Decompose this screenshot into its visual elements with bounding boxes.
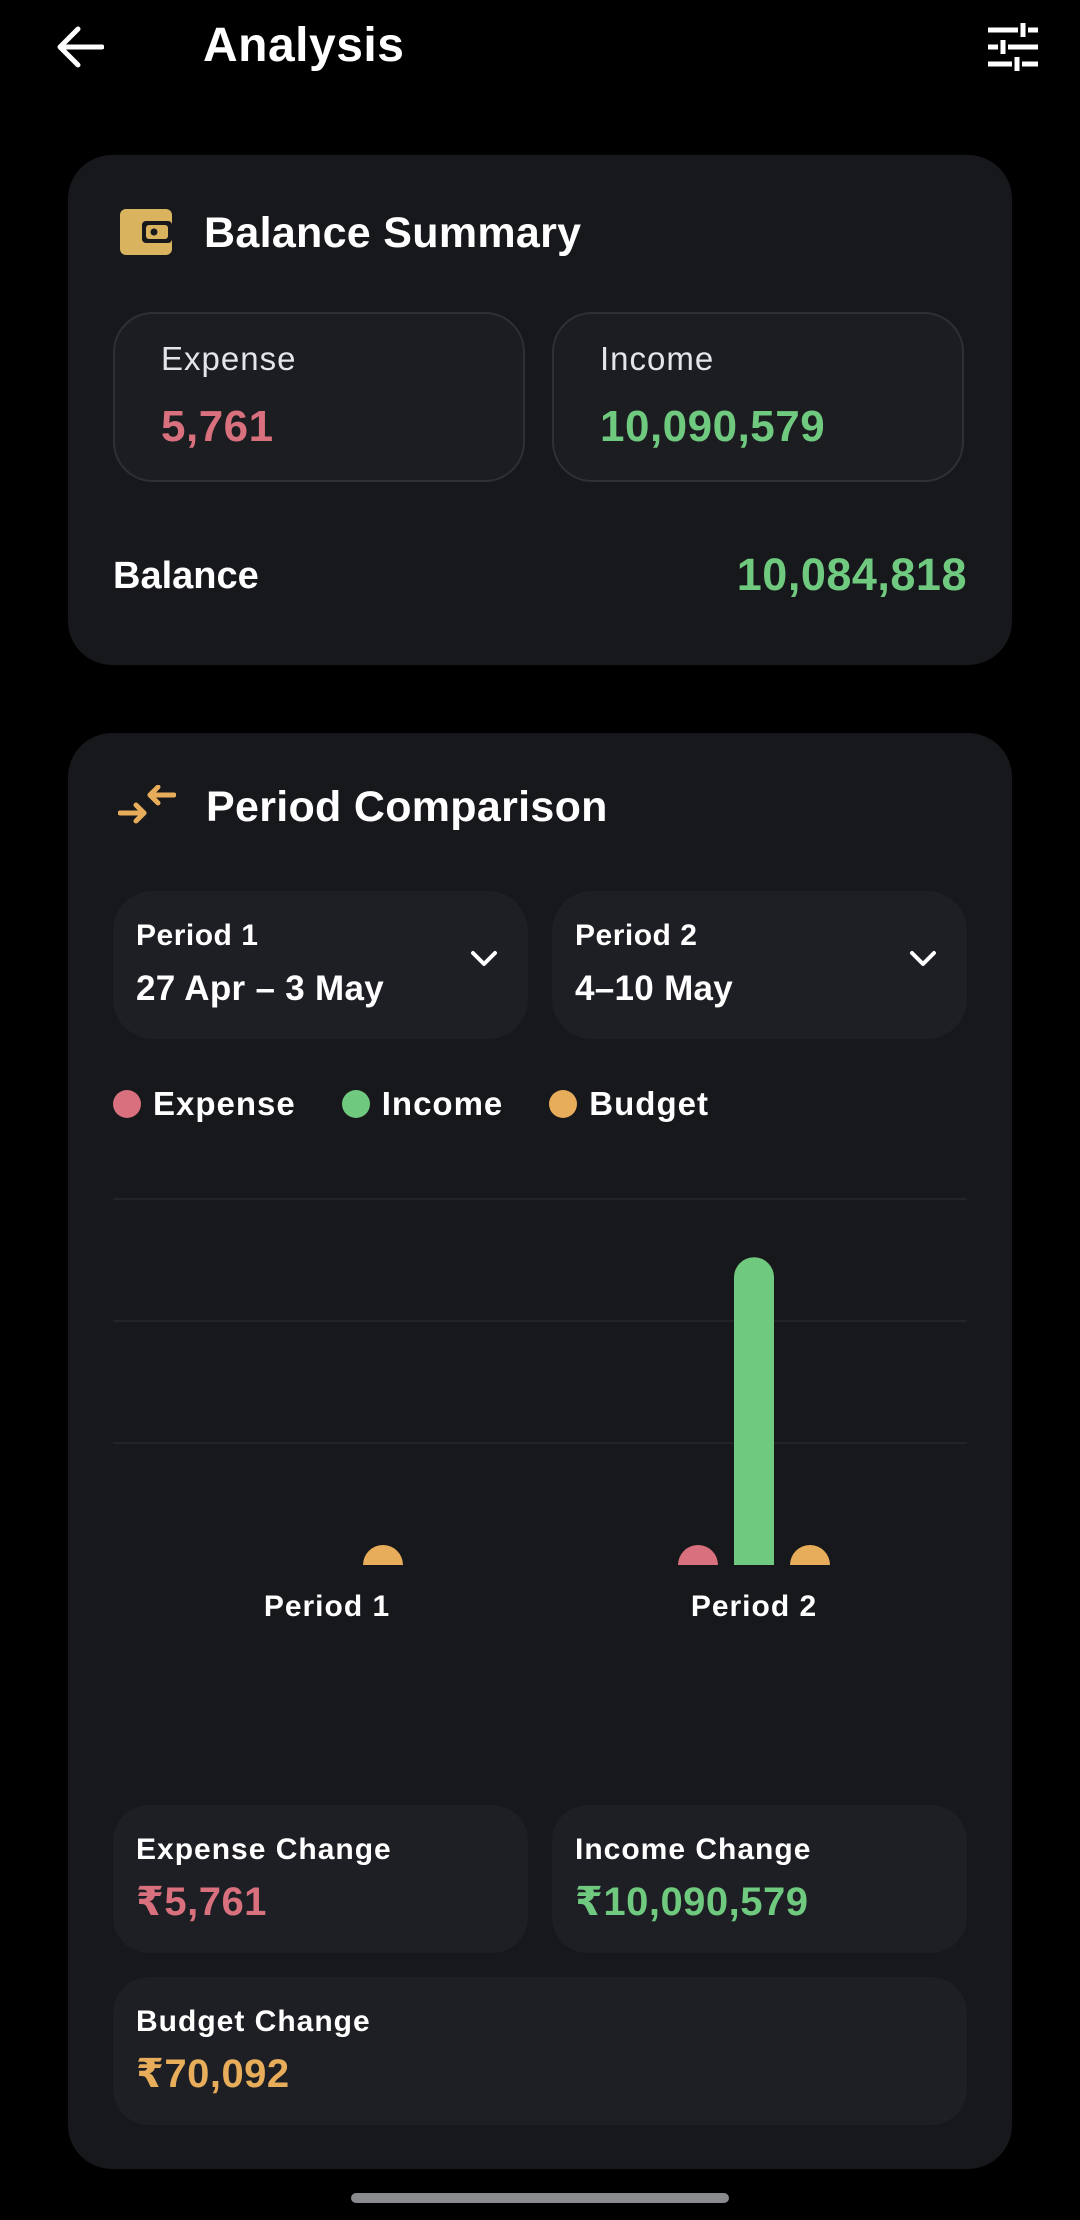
bar-expense-period-2 — [678, 1545, 718, 1565]
wallet-icon — [118, 205, 174, 262]
period1-label: Period 1 — [136, 919, 259, 952]
legend-label-income: Income — [381, 1085, 504, 1122]
expense-stat: Expense 5,761 — [113, 312, 525, 482]
income-label: Income — [600, 340, 715, 377]
chart-legend: Expense Income Budget — [113, 1085, 755, 1123]
compare-arrows-icon — [117, 784, 177, 830]
balance-label: Balance — [113, 555, 259, 597]
period2-range: 4–10 May — [575, 969, 734, 1008]
comparison-bar-chart: Period 1 Period 2 — [113, 1198, 967, 1623]
income-stat: Income 10,090,579 — [552, 312, 964, 482]
period-comparison-title: Period Comparison — [206, 783, 608, 831]
expense-change-card: Expense Change ₹5,761 — [113, 1805, 528, 1953]
period-comparison-card: Period Comparison Period 1 27 Apr – 3 Ma… — [68, 733, 1012, 2169]
income-change-card: Income Change ₹10,090,579 — [552, 1805, 967, 1953]
app-bar: Analysis — [0, 0, 1080, 100]
balance-value: 10,084,818 — [736, 549, 967, 600]
period-comparison-header: Period Comparison — [117, 783, 608, 832]
filter-button[interactable] — [978, 14, 1048, 84]
legend-label-budget: Budget — [589, 1085, 709, 1122]
expense-label: Expense — [161, 340, 297, 377]
x-tick-label: Period 1 — [264, 1590, 390, 1623]
budget-change-value: ₹70,092 — [136, 2052, 290, 2096]
arrow-left-icon — [56, 25, 105, 74]
income-value: 10,090,579 — [600, 402, 826, 451]
period1-dropdown[interactable]: Period 1 27 Apr – 3 May — [113, 891, 528, 1039]
bar-income-period-2 — [734, 1257, 774, 1565]
legend-item-expense: Expense — [113, 1085, 296, 1123]
period2-dropdown[interactable]: Period 2 4–10 May — [552, 891, 967, 1039]
balance-summary-card: Balance Summary Expense 5,761 Income 10,… — [68, 155, 1012, 665]
income-change-value: ₹10,090,579 — [575, 1880, 809, 1924]
budget-change-card: Budget Change ₹70,092 — [113, 1977, 967, 2125]
bar-budget-period-2 — [790, 1545, 830, 1565]
page-title: Analysis — [203, 19, 405, 72]
expense-change-label: Expense Change — [136, 1833, 392, 1866]
chevron-down-icon — [909, 949, 937, 974]
bar-budget-period-1 — [363, 1545, 403, 1565]
x-tick-label: Period 2 — [691, 1590, 817, 1623]
legend-item-budget: Budget — [549, 1085, 709, 1123]
expense-change-value: ₹5,761 — [136, 1880, 267, 1924]
home-indicator[interactable] — [351, 2193, 729, 2203]
legend-label-expense: Expense — [153, 1085, 296, 1122]
income-change-label: Income Change — [575, 1833, 812, 1866]
period2-label: Period 2 — [575, 919, 698, 952]
legend-dot-budget — [549, 1090, 578, 1118]
chevron-down-icon — [470, 949, 498, 974]
back-button[interactable] — [48, 14, 112, 84]
balance-summary-header: Balance Summary — [118, 205, 581, 262]
budget-change-label: Budget Change — [136, 2005, 371, 2038]
legend-dot-expense — [113, 1090, 141, 1118]
legend-item-income: Income — [341, 1085, 504, 1123]
period1-range: 27 Apr – 3 May — [136, 969, 385, 1008]
expense-value: 5,761 — [161, 402, 274, 451]
legend-dot-income — [341, 1090, 370, 1118]
sliders-icon — [986, 22, 1040, 77]
balance-summary-title: Balance Summary — [204, 209, 582, 257]
